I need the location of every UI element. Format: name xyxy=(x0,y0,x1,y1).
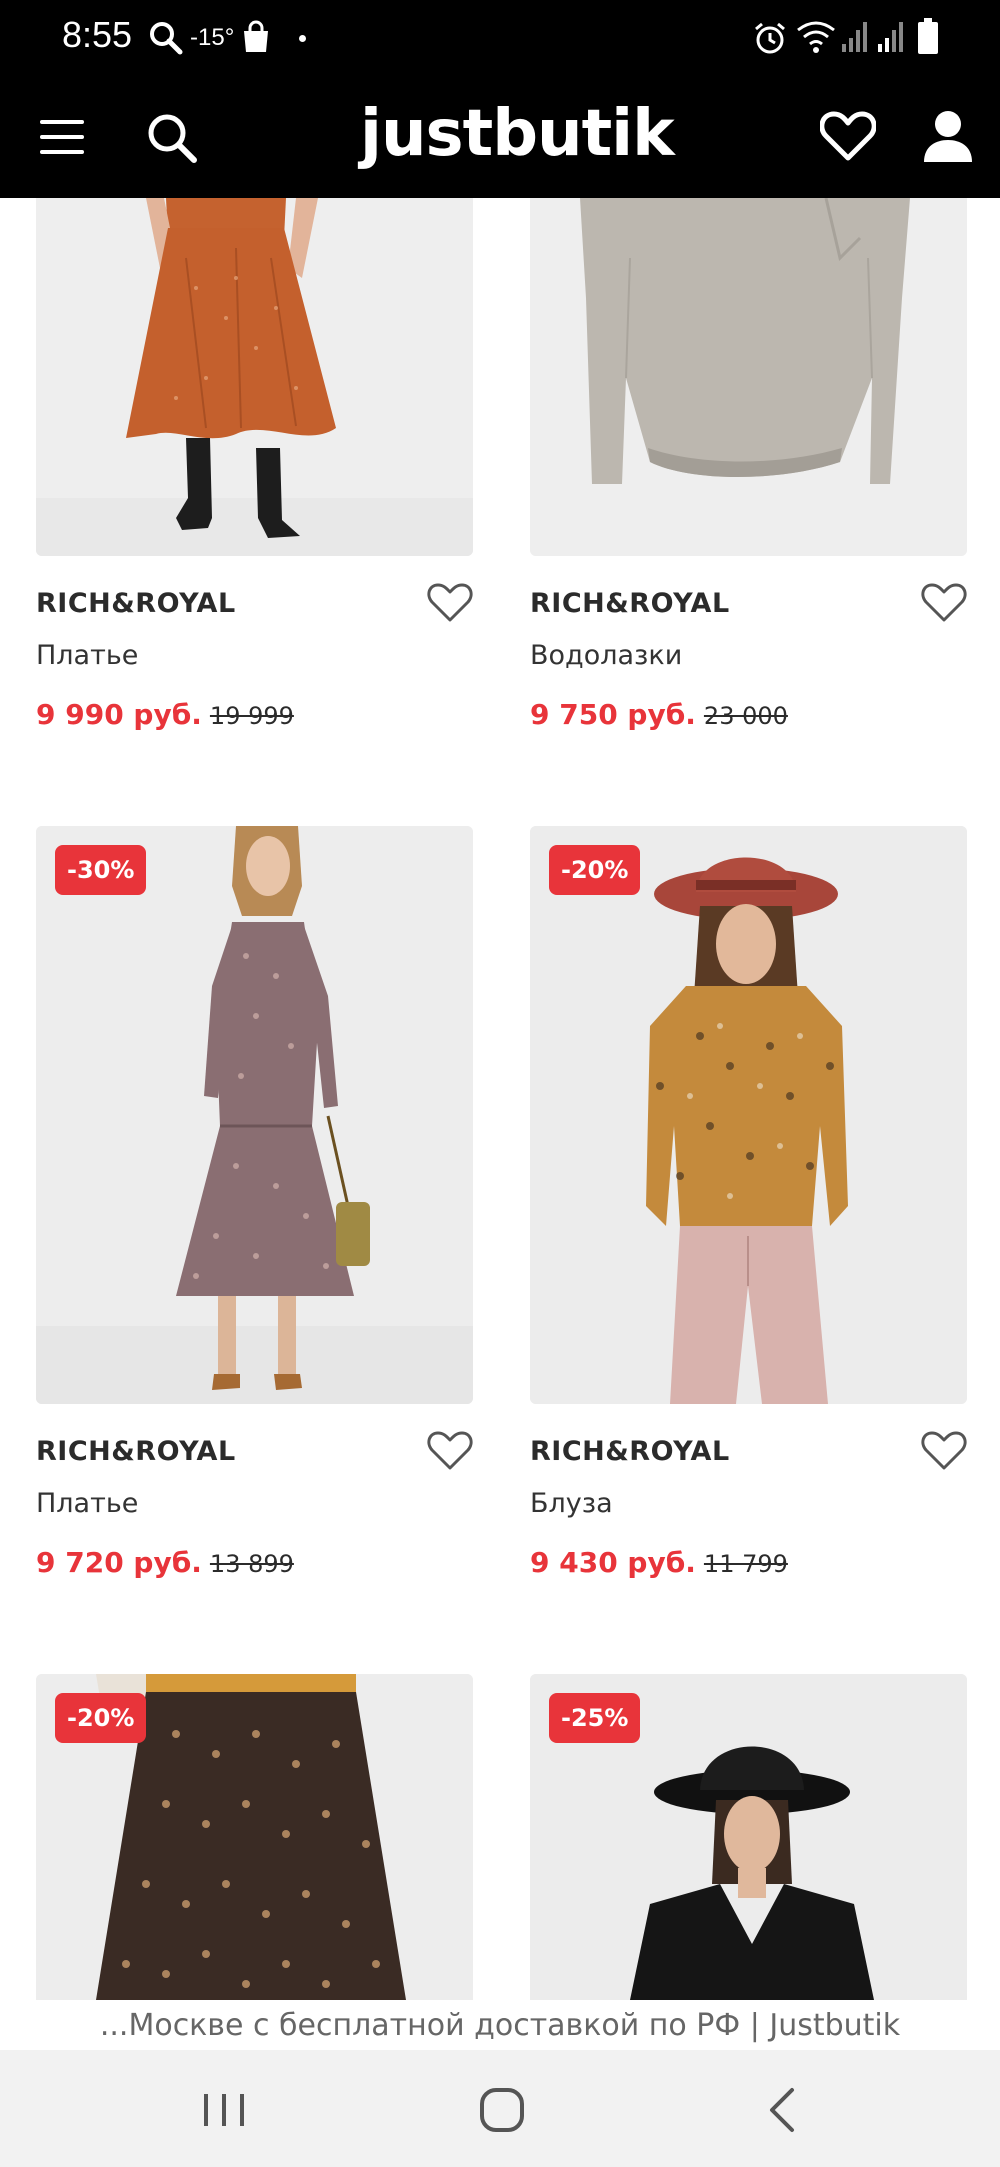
product-image[interactable]: -20% xyxy=(530,826,967,1404)
brand-logo[interactable]: justbutik xyxy=(360,93,675,175)
old-price: 11 799 xyxy=(703,1550,788,1578)
product-type: Водолазки xyxy=(530,640,683,671)
add-to-favorites-heart-icon[interactable] xyxy=(921,582,967,624)
product-type: Платье xyxy=(36,640,139,671)
add-to-favorites-heart-icon[interactable] xyxy=(921,1430,967,1472)
menu-icon[interactable] xyxy=(40,118,84,156)
alarm-icon xyxy=(755,22,785,54)
blouse-photo xyxy=(530,826,967,1404)
dress-photo xyxy=(36,198,473,556)
notification-dot xyxy=(299,35,306,42)
status-search-icon xyxy=(150,22,183,55)
product-image[interactable] xyxy=(530,198,967,556)
old-price: 19 999 xyxy=(209,702,294,730)
status-bar: 8:55 -15° xyxy=(0,0,1000,75)
product-brand: RICH&ROYAL xyxy=(530,588,730,619)
home-icon[interactable] xyxy=(478,2086,526,2134)
product-type: Платье xyxy=(36,1488,139,1519)
back-icon[interactable] xyxy=(764,2086,800,2134)
product-image[interactable]: -25% xyxy=(530,1674,967,2000)
current-price: 9 750 руб. xyxy=(530,698,696,731)
user-account-icon[interactable] xyxy=(920,108,976,164)
signal-icon xyxy=(842,22,867,52)
old-price: 13 899 xyxy=(209,1550,294,1578)
status-temperature: -15° xyxy=(190,24,235,51)
wifi-icon xyxy=(797,21,835,53)
add-to-favorites-heart-icon[interactable] xyxy=(427,582,473,624)
favorites-heart-icon[interactable] xyxy=(820,110,876,162)
discount-badge: -30% xyxy=(55,845,147,895)
status-time: 8:55 xyxy=(62,14,133,55)
sweater-photo xyxy=(530,198,967,556)
page-title: ...Москве с бесплатной доставкой по РФ |… xyxy=(99,2008,901,2043)
search-icon[interactable] xyxy=(146,112,198,164)
shopping-bag-icon xyxy=(244,20,268,52)
current-price: 9 430 руб. xyxy=(530,1546,696,1579)
app-header: justbutik xyxy=(0,75,1000,198)
discount-badge: -20% xyxy=(549,845,641,895)
product-card[interactable]: RICH&ROYAL Платье 9 990 руб. 19 999 xyxy=(36,198,473,731)
price-line: 9 720 руб. 13 899 xyxy=(36,1546,294,1579)
price-line: 9 990 руб. 19 999 xyxy=(36,698,294,731)
signal-icon-2 xyxy=(878,22,903,52)
current-price: 9 990 руб. xyxy=(36,698,202,731)
product-brand: RICH&ROYAL xyxy=(36,588,236,619)
add-to-favorites-heart-icon[interactable] xyxy=(427,1430,473,1472)
page-title-bar: ...Москве с бесплатной доставкой по РФ |… xyxy=(0,2000,1000,2050)
discount-badge: -20% xyxy=(55,1693,147,1743)
recent-apps-icon[interactable] xyxy=(200,2090,248,2130)
old-price: 23 000 xyxy=(703,702,788,730)
product-image[interactable]: -30% xyxy=(36,826,473,1404)
product-card[interactable]: RICH&ROYAL Водолазки 9 750 руб. 23 000 xyxy=(530,198,967,731)
discount-badge: -25% xyxy=(549,1693,641,1743)
current-price: 9 720 руб. xyxy=(36,1546,202,1579)
product-image[interactable] xyxy=(36,198,473,556)
product-card[interactable]: -20% RICH&ROYAL Блуза 9 430 руб. 11 799 xyxy=(530,826,967,1579)
floral-dress-photo xyxy=(36,826,473,1404)
product-brand: RICH&ROYAL xyxy=(530,1436,730,1467)
product-card[interactable]: -20% xyxy=(36,1674,473,2000)
product-card[interactable]: -25% xyxy=(530,1674,967,2000)
price-line: 9 750 руб. 23 000 xyxy=(530,698,788,731)
product-type: Блуза xyxy=(530,1488,613,1519)
price-line: 9 430 руб. 11 799 xyxy=(530,1546,788,1579)
product-card[interactable]: -30% RICH&ROYAL Платье 9 720 руб. 13 899 xyxy=(36,826,473,1579)
product-image[interactable]: -20% xyxy=(36,1674,473,2000)
system-nav-bar xyxy=(0,2050,1000,2167)
product-brand: RICH&ROYAL xyxy=(36,1436,236,1467)
battery-icon xyxy=(918,18,938,54)
